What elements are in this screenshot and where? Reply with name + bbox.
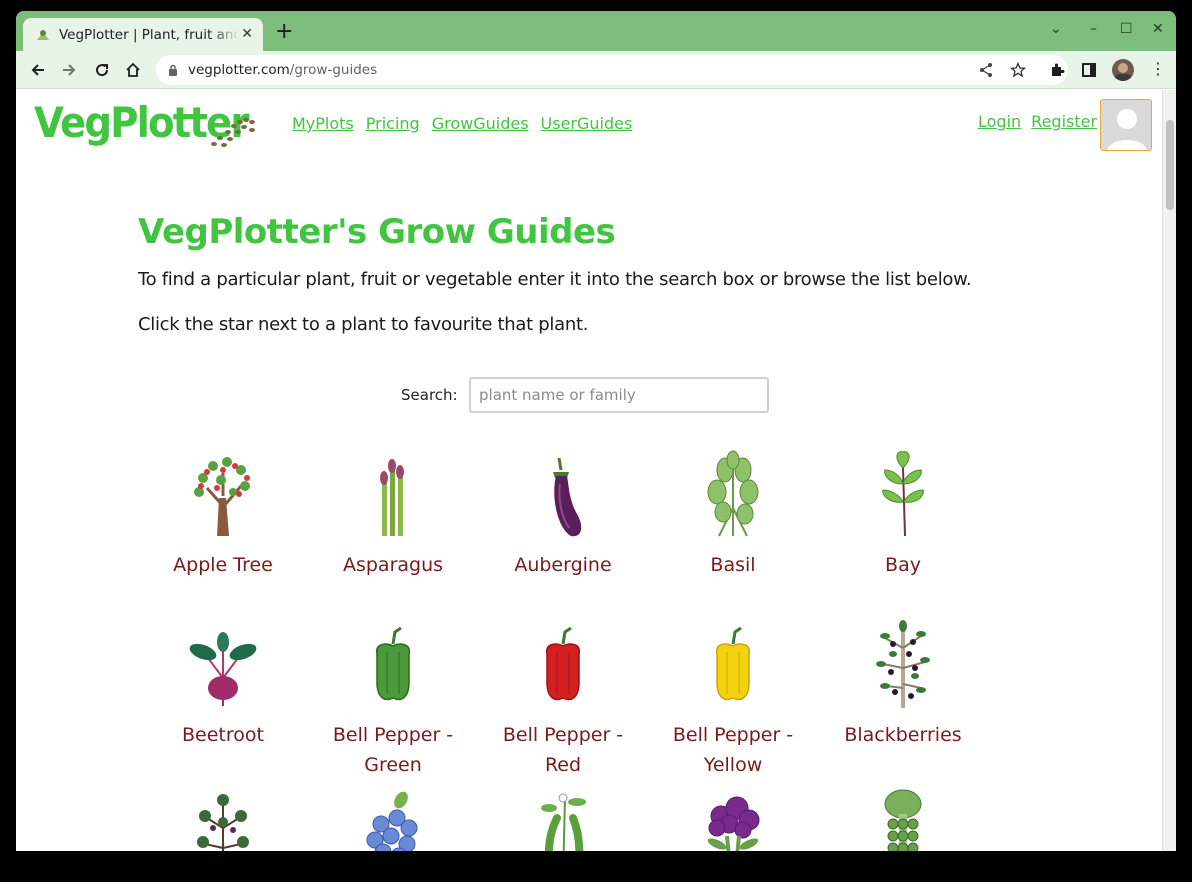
plant-card[interactable]: Bay [828,448,978,580]
plant-name[interactable]: Basil [658,550,808,580]
plant-card[interactable] [148,788,298,851]
purple-broccoli-icon [707,796,760,851]
plant-name[interactable]: Beetroot [148,720,298,750]
lock-icon [169,64,177,76]
plant-name[interactable]: Blackberries [828,720,978,750]
plant-card[interactable] [318,788,468,851]
plant-card[interactable]: Bell Pepper - Yellow [658,618,808,780]
bay-icon [882,451,924,537]
page-scrollbar[interactable] [1162,90,1176,851]
minimize-icon[interactable]: – [1090,21,1097,37]
yellow-pepper-icon [716,626,750,701]
reload-icon[interactable] [92,60,112,80]
logo-bootprint-icon [211,118,255,147]
vegplotter-favicon-icon [37,29,49,40]
side-panel-icon[interactable] [1081,62,1097,78]
nav-growguides[interactable]: GrowGuides [432,114,529,133]
profile-avatar[interactable] [1112,59,1134,81]
extensions-icon[interactable] [1049,62,1065,78]
plant-name[interactable]: Bay [828,550,978,580]
plant-name[interactable]: Bell Pepper - Red [488,720,638,780]
asparagus-icon [380,459,404,536]
plant-card[interactable] [488,788,638,851]
blackberries-icon [876,620,930,708]
auth-links: Login Register [978,112,1097,131]
home-icon[interactable] [123,60,143,80]
tab-search-chevron-icon[interactable]: ⌄ [1050,21,1062,37]
aubergine-icon [553,457,582,537]
plant-name[interactable]: Aubergine [488,550,638,580]
plant-card[interactable]: Apple Tree [148,448,298,580]
plant-card[interactable] [828,788,978,851]
brussels-sprouts-icon [884,789,922,851]
apple-tree-icon [194,457,250,536]
green-pepper-icon [376,626,410,701]
browser-toolbar: vegplotter.com/grow-guides ⋮ [16,51,1176,89]
favourite-hint-text: Click the star next to a plant to favour… [138,314,589,335]
back-icon[interactable] [28,60,48,80]
nav-pricing[interactable]: Pricing [366,114,420,133]
url-domain: vegplotter.com [188,62,290,78]
plant-card[interactable]: Blackberries [828,618,978,750]
plant-name[interactable]: Apple Tree [148,550,298,580]
plant-search-input[interactable] [469,377,769,413]
plant-name[interactable]: Bell Pepper - Green [318,720,468,780]
plant-card[interactable] [658,788,808,851]
blackcurrant-icon [197,794,249,851]
plant-card[interactable]: Beetroot [148,618,298,750]
address-bar[interactable]: vegplotter.com/grow-guides [156,55,1068,85]
plant-card[interactable]: Bell Pepper - Green [318,618,468,780]
plant-card[interactable]: Bell Pepper - Red [488,618,638,780]
url-path: /grow-guides [289,62,378,78]
tab-title: VegPlotter | Plant, fruit and vegetable … [59,26,239,43]
new-tab-icon[interactable]: + [275,21,293,43]
page-viewport: VegPlotter MyPlots Pricing GrowGuides Us… [16,90,1176,851]
plant-name[interactable]: Bell Pepper - Yellow [658,720,808,780]
forward-icon[interactable] [59,60,79,80]
browser-tab[interactable]: VegPlotter | Plant, fruit and vegetable … [23,18,263,51]
close-window-icon[interactable]: ✕ [1152,21,1164,37]
browser-window: VegPlotter | Plant, fruit and vegetable … [16,11,1176,851]
nav-userguides[interactable]: UserGuides [541,114,633,133]
broad-beans-icon [541,793,586,851]
beetroot-icon [189,632,257,706]
maximize-icon[interactable]: ☐ [1120,21,1133,37]
browser-menu-icon[interactable]: ⋮ [1150,59,1166,78]
plant-card[interactable]: Aubergine [488,448,638,580]
blueberries-icon [366,791,418,851]
scrollbar-thumb[interactable] [1166,120,1174,210]
basil-icon [707,450,759,537]
nav-myplots[interactable]: MyPlots [292,114,354,133]
share-icon[interactable] [978,62,994,78]
plant-name[interactable]: Asparagus [318,550,468,580]
plant-card[interactable]: Asparagus [318,448,468,580]
tab-close-icon[interactable]: ✕ [241,26,253,42]
url-text: vegplotter.com/grow-guides [188,62,377,78]
user-avatar[interactable] [1100,99,1152,151]
main-nav: MyPlots Pricing GrowGuides UserGuides [292,114,632,133]
tab-bar: VegPlotter | Plant, fruit and vegetable … [16,11,1176,51]
login-link[interactable]: Login [978,112,1021,131]
intro-text: To find a particular plant, fruit or veg… [138,269,972,290]
bookmark-star-icon[interactable] [1010,62,1026,78]
plant-card[interactable]: Basil [658,448,808,580]
search-label: Search: [401,386,458,404]
red-pepper-icon [546,626,580,701]
register-link[interactable]: Register [1031,112,1097,131]
page-title: VegPlotter's Grow Guides [138,212,616,252]
